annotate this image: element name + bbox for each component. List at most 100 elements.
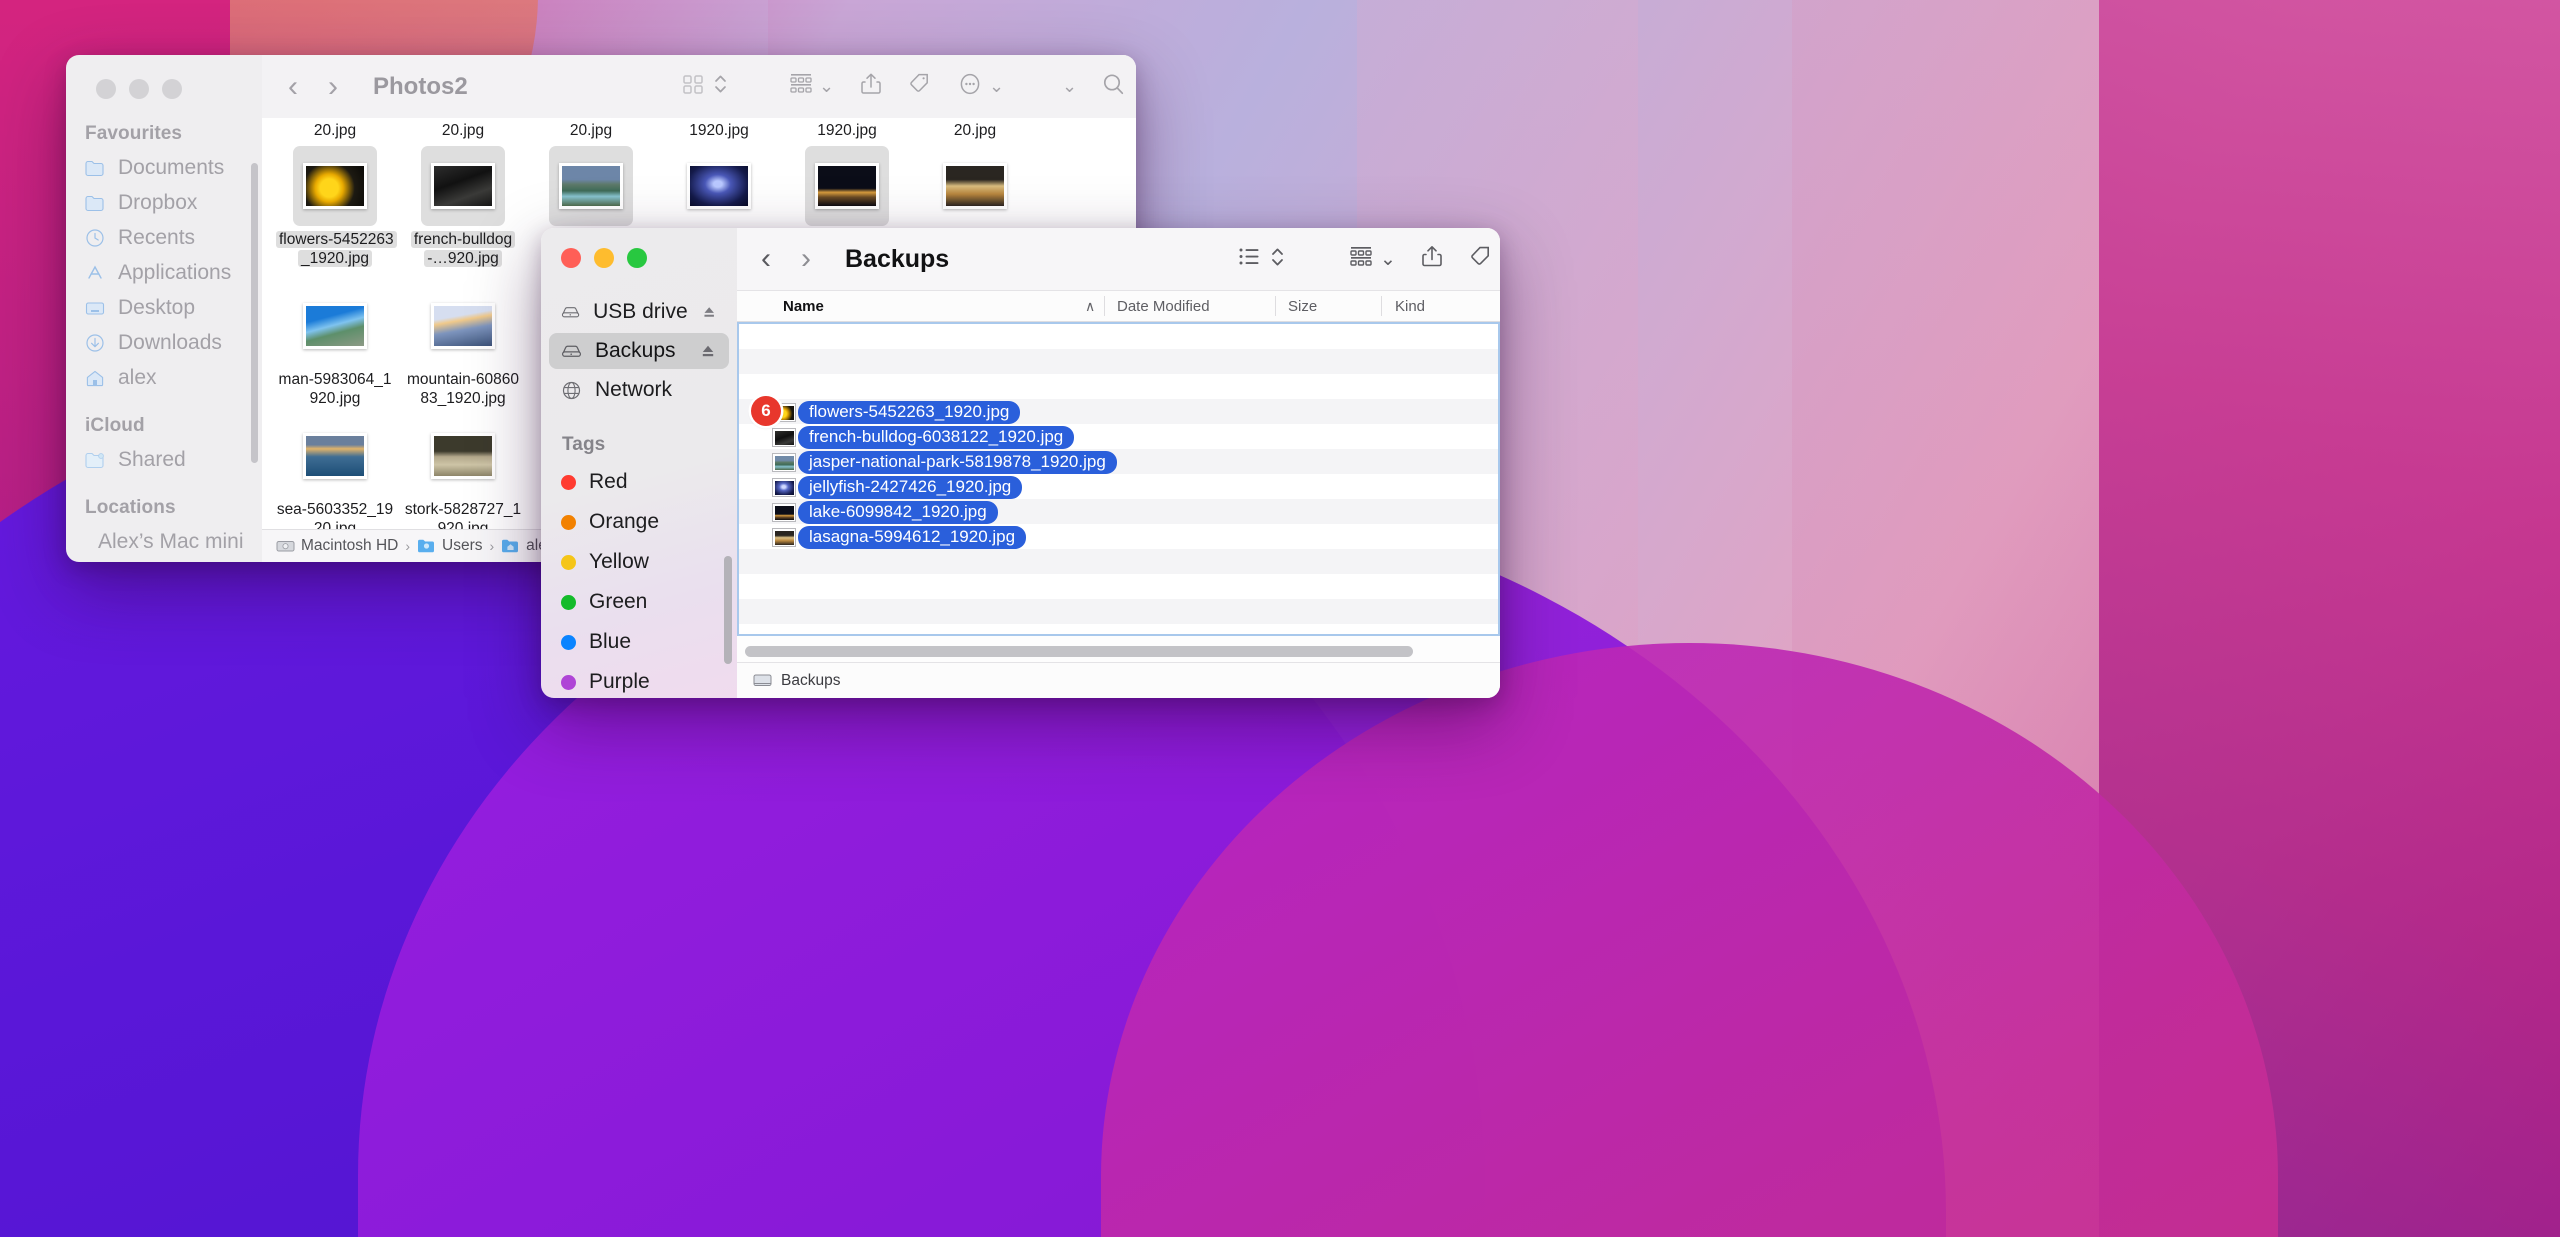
sidebar-item-alex[interactable]: alex (74, 361, 254, 395)
eject-icon[interactable] (701, 304, 717, 320)
drag-item-label: jellyfish-2427426_1920.jpg (798, 476, 1023, 499)
horizontal-scrollbar[interactable] (739, 640, 1498, 662)
sidebar-item-downloads[interactable]: Downloads (74, 326, 254, 360)
sidebar-item-backups[interactable]: Backups (549, 333, 729, 369)
icon-view-button[interactable] (680, 71, 706, 102)
sidebar-item-sd-card[interactable]: SD card (74, 560, 254, 562)
grid-item[interactable] (660, 146, 778, 226)
sidebar-item-label: Dropbox (118, 191, 198, 214)
column-header-name[interactable]: Name (783, 298, 824, 315)
sidebar-tag-red[interactable]: Red (549, 463, 729, 501)
minimize-button[interactable] (594, 248, 614, 268)
chevron-updown-icon (1272, 248, 1283, 265)
sidebar-tag-yellow[interactable]: Yellow (549, 543, 729, 581)
status-bar-label: Backups (781, 671, 841, 689)
breadcrumb-separator: › (489, 538, 495, 554)
sidebar-item-dropbox[interactable]: Dropbox (74, 186, 254, 220)
sidebar-item-label: USB drive (593, 300, 688, 323)
column-header-date-modified[interactable]: Date Modified (1117, 298, 1210, 315)
clipped-label: 1920.jpg (689, 122, 749, 139)
more-chevron-down-icon[interactable]: ⌄ (989, 76, 1004, 97)
clock-icon (86, 229, 104, 247)
toolbar-overflow-chevron-icon[interactable]: ⌄ (1062, 76, 1077, 97)
group-by-chevron-down-icon[interactable]: ⌄ (819, 76, 834, 97)
tags-button[interactable] (907, 70, 933, 103)
group-by-chevron-down-icon[interactable]: ⌄ (1380, 248, 1396, 271)
file-thumbnail-icon (773, 454, 795, 471)
zoom-button[interactable] (627, 248, 647, 268)
sidebar-item-documents[interactable]: Documents (74, 151, 254, 185)
column-header-size[interactable]: Size (1288, 298, 1317, 315)
close-button[interactable] (561, 248, 581, 268)
column-divider[interactable] (1381, 296, 1382, 316)
column-divider[interactable] (1104, 296, 1105, 316)
sidebar-tag-purple[interactable]: Purple (549, 663, 729, 698)
applications-icon (88, 265, 102, 279)
backups-main-area: ‹ › Backups ⌄ Name ∧ Date Modified Size … (737, 228, 1500, 698)
column-divider[interactable] (1275, 296, 1276, 316)
tags-button[interactable] (1468, 242, 1494, 276)
grid-item[interactable]: sea-5603352_1920.jpg (276, 416, 394, 529)
photos2-toolbar: ‹ › Photos2 ⌄ ⌄ ⌄ (262, 55, 1136, 118)
group-by-button[interactable] (787, 70, 815, 103)
sidebar-item-label: Desktop (118, 296, 196, 319)
scrollbar-thumb[interactable] (745, 645, 1413, 657)
grid-item[interactable]: man-5983064_1920.jpg (276, 286, 394, 408)
grid-item[interactable] (788, 146, 906, 226)
breadcrumb-item-macintosh-hd[interactable]: Macintosh HD (276, 537, 398, 555)
status-bar: Backups (737, 662, 1500, 698)
sidebar-item-desktop[interactable]: Desktop (74, 291, 254, 325)
sidebar-tag-orange[interactable]: Orange (549, 503, 729, 541)
grid-item[interactable]: french-bulldog-…920.jpg (404, 146, 522, 268)
sidebar-item-shared[interactable]: Shared (74, 443, 254, 477)
column-header-kind[interactable]: Kind (1395, 298, 1425, 315)
view-stepper[interactable] (713, 69, 728, 104)
drag-item: lake-6099842_1920.jpg (773, 500, 1117, 525)
search-button[interactable] (1100, 71, 1127, 103)
file-list-drop-target[interactable]: 6 flowers-5452263_1920.jpg french-bulldo… (737, 322, 1500, 636)
drag-item: jellyfish-2427426_1920.jpg (773, 475, 1117, 500)
sidebar-item-label: Network (595, 378, 673, 401)
sidebar-item-recents[interactable]: Recents (74, 221, 254, 255)
sidebar-item-network[interactable]: Network (549, 372, 729, 408)
sidebar-section-icloud: iCloud (85, 415, 145, 436)
view-stepper[interactable] (1270, 242, 1285, 277)
share-button[interactable] (858, 70, 884, 103)
list-view-button[interactable] (1236, 243, 1263, 275)
sidebar-tag-green[interactable]: Green (549, 583, 729, 621)
sidebar-item-applications[interactable]: Applications (74, 256, 254, 290)
more-actions-button[interactable] (956, 70, 984, 103)
zoom-button[interactable] (162, 79, 182, 99)
sidebar-item-label: Downloads (118, 331, 222, 354)
grid-item[interactable]: mountain-6086083_1920.jpg (404, 286, 522, 408)
thumbnail (805, 146, 889, 226)
grid-item[interactable]: flowers-5452263_1920.jpg (276, 146, 397, 268)
share-button[interactable] (1419, 242, 1445, 276)
breadcrumb-item-users[interactable]: Users (417, 537, 483, 555)
photos2-sidebar-scrollbar[interactable] (251, 163, 258, 463)
close-button[interactable] (96, 79, 116, 99)
sidebar-item-label: Red (589, 470, 628, 493)
grid-item[interactable] (916, 146, 1034, 226)
backups-sidebar-scrollbar[interactable] (724, 556, 732, 664)
tag-color-dot (561, 674, 576, 690)
drag-item: lasagna-5994612_1920.jpg (773, 525, 1117, 550)
eject-icon[interactable] (699, 343, 717, 359)
group-by-button[interactable] (1347, 243, 1375, 276)
photos2-traffic-lights[interactable] (96, 79, 182, 99)
backups-traffic-lights[interactable] (561, 248, 647, 268)
share-icon (1422, 246, 1442, 267)
tag-color-dot (561, 554, 576, 570)
finder-window-backups[interactable]: USB drive Backups Network Tags Red Orang… (541, 228, 1500, 698)
group-by-icon (790, 74, 812, 93)
sidebar-tag-blue[interactable]: Blue (549, 623, 729, 661)
sidebar-item-usb-drive[interactable]: USB drive (549, 294, 729, 330)
grid-item[interactable]: stork-5828727_1920.jpg (404, 416, 522, 529)
breadcrumb-separator: › (405, 538, 411, 554)
minimize-button[interactable] (129, 79, 149, 99)
home-icon (86, 370, 104, 387)
thumbnail (933, 146, 1017, 226)
backups-toolbar: ‹ › Backups ⌄ (737, 228, 1500, 291)
sidebar-item-alexs-mac-mini[interactable]: Alex’s Mac mini (74, 525, 254, 559)
thumbnail (293, 416, 377, 496)
